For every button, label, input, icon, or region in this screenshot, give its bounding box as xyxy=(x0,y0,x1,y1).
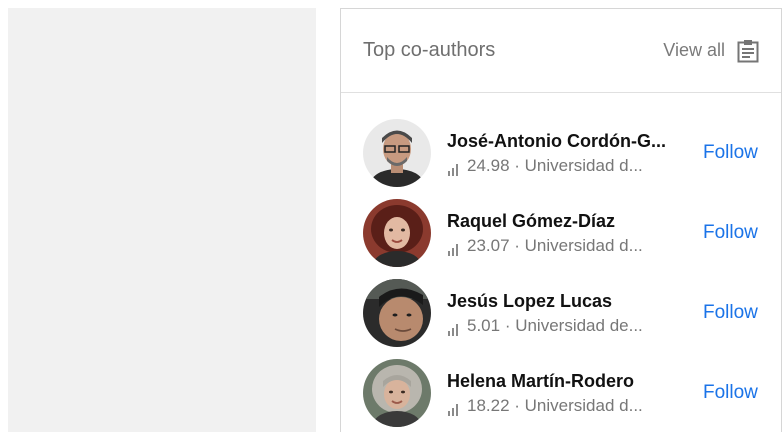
coauthor-meta: 23.07 · Universidad d... xyxy=(447,235,683,257)
avatar[interactable] xyxy=(363,279,431,347)
coauthor-affiliation: Universidad d... xyxy=(524,155,643,175)
bar-chart-icon xyxy=(447,400,461,416)
coauthor-info: José-Antonio Cordón-G... 24.98 · Univers… xyxy=(447,130,683,177)
avatar[interactable] xyxy=(363,359,431,427)
coauthor-meta: 24.98 · Universidad d... xyxy=(447,155,683,177)
coauthor-score: 18.22 xyxy=(467,395,510,415)
follow-button[interactable]: Follow xyxy=(703,382,758,404)
coauthor-info: Jesús Lopez Lucas 5.01 · Universidad de.… xyxy=(447,290,683,337)
coauthor-meta: 5.01 · Universidad de... xyxy=(447,315,683,337)
bar-chart-icon xyxy=(447,240,461,256)
follow-button[interactable]: Follow xyxy=(703,302,758,324)
coauthor-name[interactable]: Helena Martín-Rodero xyxy=(447,370,683,392)
coauthor-affiliation: Universidad de... xyxy=(515,315,643,335)
coauthor-meta: 18.22 · Universidad d... xyxy=(447,395,683,417)
card-title: Top co-authors xyxy=(363,39,496,61)
coauthor-score: 5.01 xyxy=(467,315,501,335)
coauthor-info: Helena Martín-Rodero 18.22 · Universidad… xyxy=(447,370,683,417)
coauthor-row: Jesús Lopez Lucas 5.01 · Universidad de.… xyxy=(341,273,781,353)
avatar[interactable] xyxy=(363,199,431,267)
coauthor-list: José-Antonio Cordón-G... 24.98 · Univers… xyxy=(341,113,781,432)
top-coauthors-card: Top co-authors View all José-Antonio Cor… xyxy=(340,8,782,432)
view-all-button[interactable]: View all xyxy=(663,39,759,63)
follow-button[interactable]: Follow xyxy=(703,222,758,244)
coauthor-info: Raquel Gómez-Díaz 23.07 · Universidad d.… xyxy=(447,210,683,257)
avatar[interactable] xyxy=(363,119,431,187)
coauthor-row: Helena Martín-Rodero 18.22 · Universidad… xyxy=(341,353,781,432)
coauthor-affiliation: Universidad d... xyxy=(524,395,643,415)
follow-button[interactable]: Follow xyxy=(703,142,758,164)
coauthor-score: 24.98 xyxy=(467,155,510,175)
left-panel xyxy=(8,8,316,432)
coauthor-score: 23.07 xyxy=(467,235,510,255)
coauthor-row: José-Antonio Cordón-G... 24.98 · Univers… xyxy=(341,113,781,193)
bar-chart-icon xyxy=(447,160,461,176)
card-header: Top co-authors View all xyxy=(341,9,781,93)
coauthor-name[interactable]: Jesús Lopez Lucas xyxy=(447,290,683,312)
coauthor-row: Raquel Gómez-Díaz 23.07 · Universidad d.… xyxy=(341,193,781,273)
coauthor-affiliation: Universidad d... xyxy=(524,235,643,255)
clipboard-list-icon xyxy=(737,39,759,63)
coauthor-name[interactable]: Raquel Gómez-Díaz xyxy=(447,210,683,232)
view-all-label: View all xyxy=(663,40,725,60)
coauthor-name[interactable]: José-Antonio Cordón-G... xyxy=(447,130,683,152)
bar-chart-icon xyxy=(447,320,461,336)
